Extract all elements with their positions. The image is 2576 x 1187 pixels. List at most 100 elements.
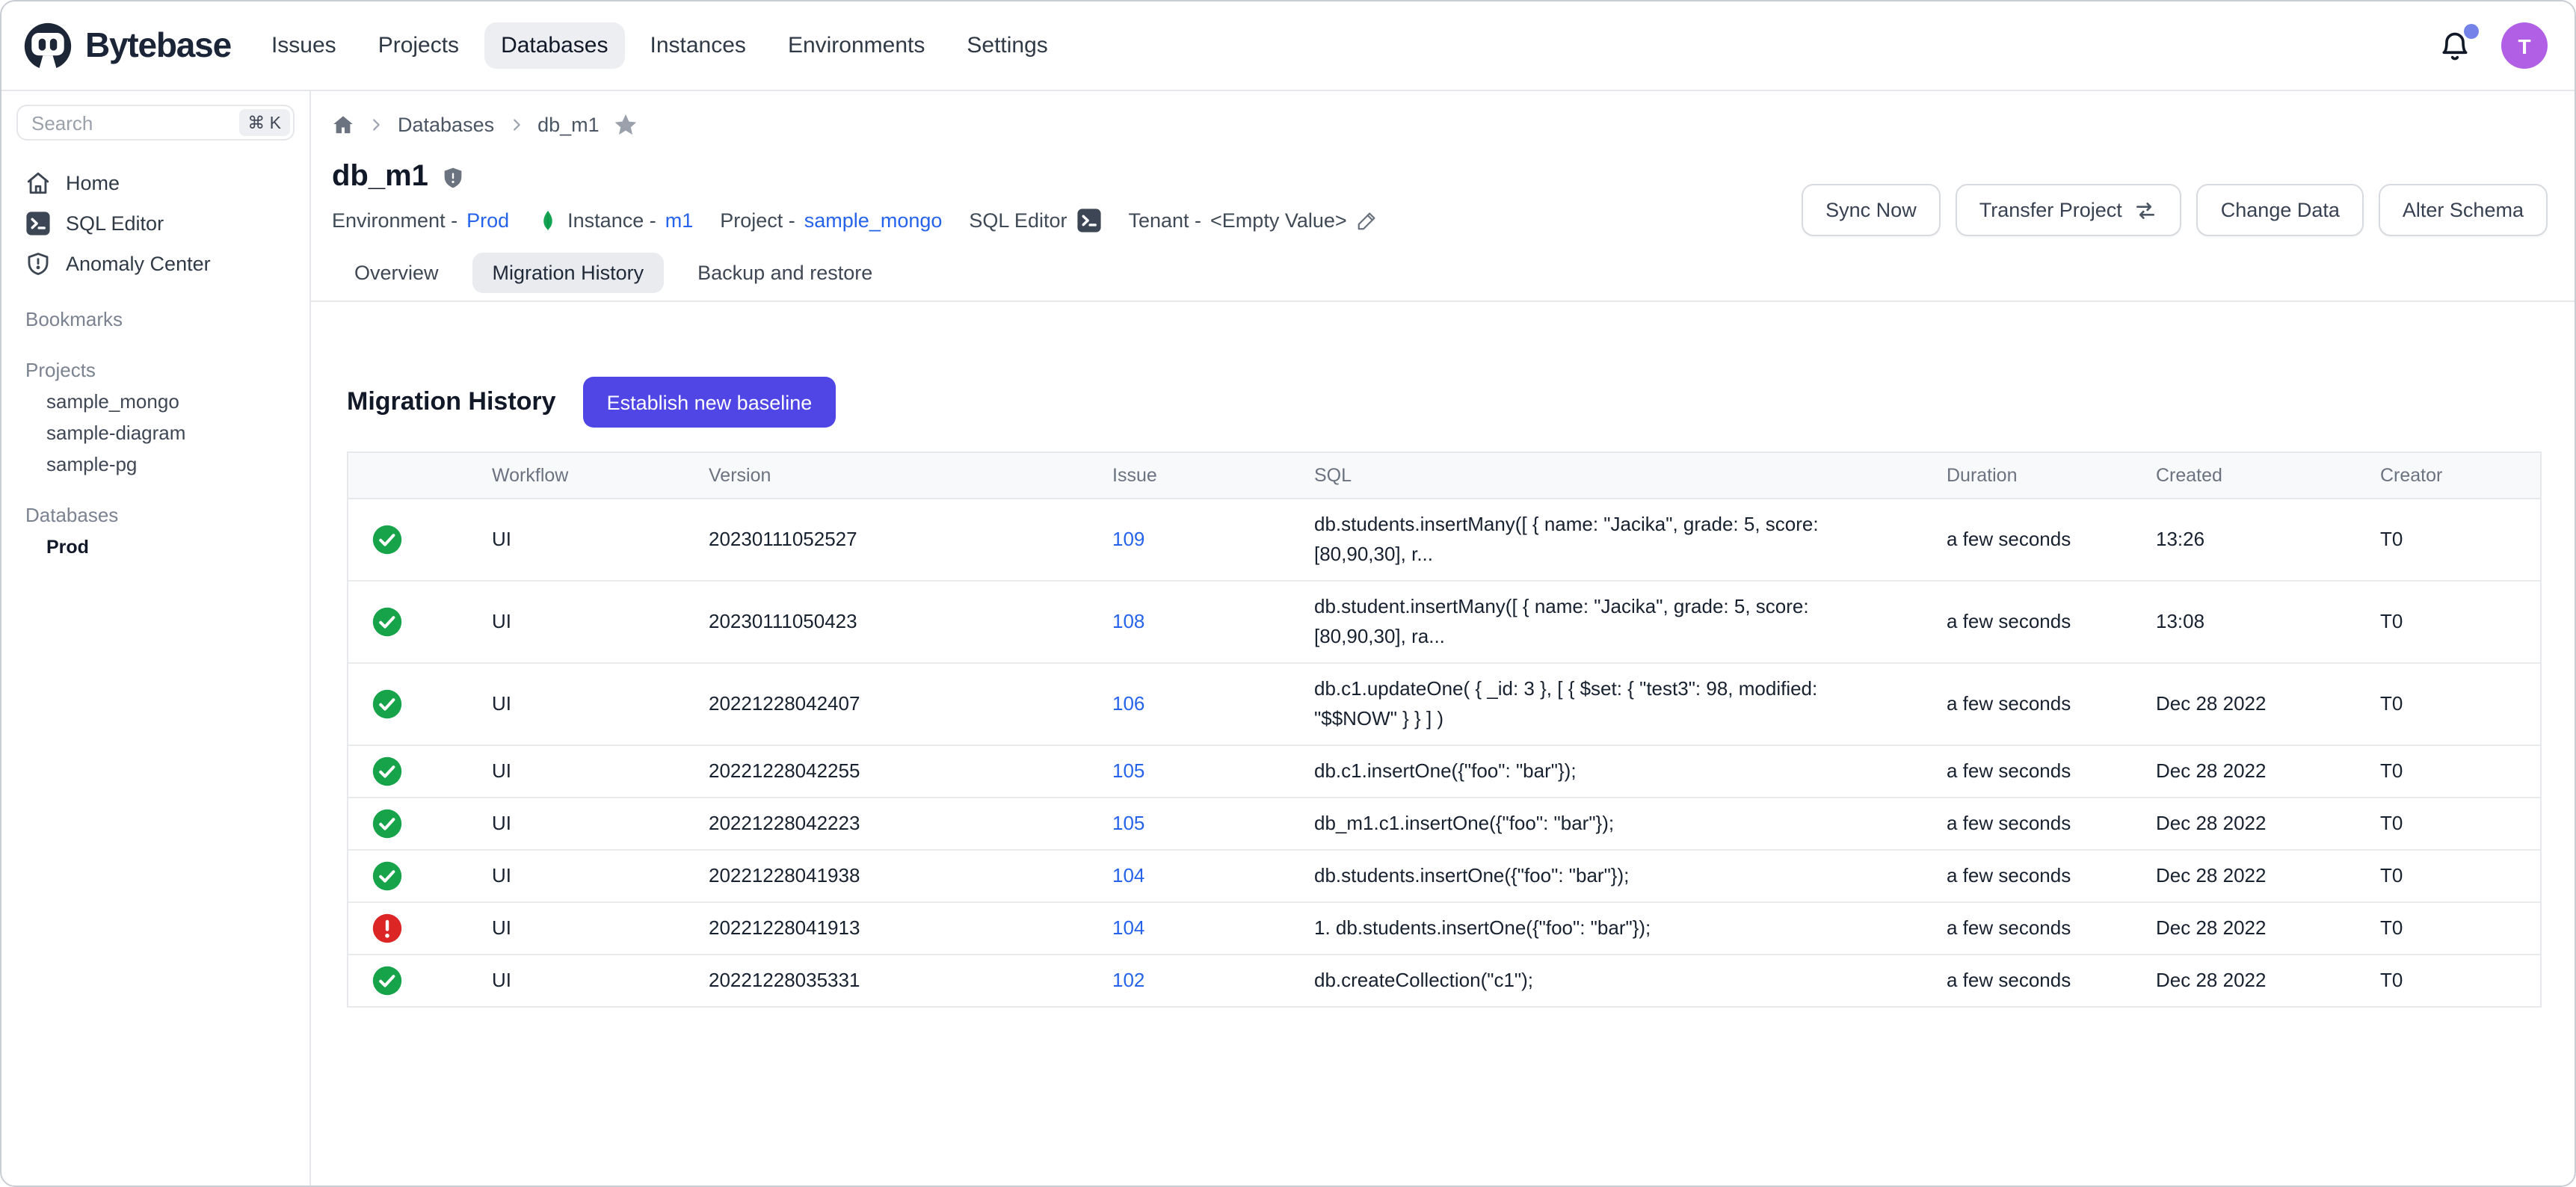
cell-version: 20221228035331 xyxy=(685,954,1088,1006)
cell-issue: 104 xyxy=(1088,849,1290,901)
breadcrumb-databases[interactable]: Databases xyxy=(398,113,494,135)
issue-link[interactable]: 105 xyxy=(1112,759,1144,782)
avatar[interactable]: T xyxy=(2501,22,2548,69)
cell-sql: db.students.insertOne({"foo": "bar"}); xyxy=(1290,849,1923,901)
column-status xyxy=(348,453,468,499)
sidebar-section-databases: Databases xyxy=(16,499,295,531)
sidebar-item-sample-pg[interactable]: sample-pg xyxy=(16,448,295,480)
sidebar-item-sample-mongo[interactable]: sample_mongo xyxy=(16,386,295,417)
nav-item-settings[interactable]: Settings xyxy=(950,22,1064,69)
sidebar-item-sample-diagram[interactable]: sample-diagram xyxy=(16,417,295,448)
tab-overview[interactable]: Overview xyxy=(335,253,458,293)
cell-created: 13:08 xyxy=(2132,580,2356,662)
cell-sql: db.c1.updateOne( { _id: 3 }, [ { $set: {… xyxy=(1290,662,1923,744)
table-row[interactable]: UI20230111052527109db.students.insertMan… xyxy=(348,499,2540,580)
cell-status xyxy=(348,662,468,744)
main-content: Databases db_m1 db_m1 xyxy=(311,91,2575,1186)
sync-now-button[interactable]: Sync Now xyxy=(1802,184,1941,236)
table-header-row: WorkflowVersionIssueSQLDurationCreatedCr… xyxy=(348,453,2540,499)
instance-link[interactable]: m1 xyxy=(665,209,694,232)
alter-schema-button[interactable]: Alter Schema xyxy=(2379,184,2548,236)
column-duration: Duration xyxy=(1923,453,2132,499)
issue-link[interactable]: 102 xyxy=(1112,969,1144,991)
page-body: ⌘ K HomeSQL EditorAnomaly Center Bookmar… xyxy=(1,91,2575,1186)
cell-status xyxy=(348,580,468,662)
table-row[interactable]: UI20221228035331102db.createCollection("… xyxy=(348,954,2540,1006)
meta-project: Project - sample_mongo xyxy=(720,209,942,232)
issue-link[interactable]: 104 xyxy=(1112,864,1144,887)
transfer-project-button[interactable]: Transfer Project xyxy=(1956,184,2182,236)
cell-duration: a few seconds xyxy=(1923,662,2132,744)
cell-issue: 102 xyxy=(1088,954,1290,1006)
cell-created: Dec 28 2022 xyxy=(2132,744,2356,797)
column-sql: SQL xyxy=(1290,453,1923,499)
issue-link[interactable]: 106 xyxy=(1112,692,1144,715)
bytebase-logo[interactable]: Bytebase xyxy=(22,20,231,71)
check-circle-icon xyxy=(372,756,444,786)
establish-baseline-button[interactable]: Establish new baseline xyxy=(583,377,836,428)
notification-dot xyxy=(2464,23,2479,38)
pencil-icon[interactable] xyxy=(1356,209,1378,232)
issue-link[interactable]: 105 xyxy=(1112,812,1144,834)
issue-link[interactable]: 104 xyxy=(1112,916,1144,939)
cell-sql: db.createCollection("c1"); xyxy=(1290,954,1923,1006)
button-label: Change Data xyxy=(2221,199,2340,221)
table-row[interactable]: UI202212280419131041. db.students.insert… xyxy=(348,901,2540,954)
sidebar-item-label: Anomaly Center xyxy=(66,253,211,275)
issue-link[interactable]: 109 xyxy=(1112,528,1144,550)
navbar-right: T xyxy=(2438,22,2548,69)
meta-environment: Environment - Prod xyxy=(332,209,509,232)
table-row[interactable]: UI20221228042407106db.c1.updateOne( { _i… xyxy=(348,662,2540,744)
migration-history-header: Migration History Establish new baseline xyxy=(347,377,2542,428)
migration-history-title: Migration History xyxy=(347,387,556,417)
nav-item-issues[interactable]: Issues xyxy=(255,22,353,69)
nav-item-databases[interactable]: Databases xyxy=(484,22,624,69)
cell-creator: T0 xyxy=(2356,901,2540,954)
table-row[interactable]: UI20221228042223105db_m1.c1.insertOne({"… xyxy=(348,797,2540,849)
sidebar-item-prod[interactable]: Prod xyxy=(16,531,295,562)
nav-item-projects[interactable]: Projects xyxy=(362,22,475,69)
cell-status xyxy=(348,499,468,580)
tab-migration-history[interactable]: Migration History xyxy=(473,253,664,293)
nav-item-environments[interactable]: Environments xyxy=(771,22,941,69)
sql-editor-badge-icon[interactable] xyxy=(1076,208,1101,233)
top-navbar: Bytebase IssuesProjectsDatabasesInstance… xyxy=(1,1,2575,91)
project-link[interactable]: sample_mongo xyxy=(804,209,943,232)
notifications-button[interactable] xyxy=(2438,29,2471,62)
cell-sql: db.c1.insertOne({"foo": "bar"}); xyxy=(1290,744,1923,797)
tab-backup-and-restore[interactable]: Backup and restore xyxy=(678,253,892,293)
table-row[interactable]: UI20221228041938104db.students.insertOne… xyxy=(348,849,2540,901)
breadcrumb-db-m1[interactable]: db_m1 xyxy=(537,113,600,135)
chevron-right-icon xyxy=(508,116,524,132)
column-workflow: Workflow xyxy=(468,453,685,499)
cell-creator: T0 xyxy=(2356,954,2540,1006)
app-window: Bytebase IssuesProjectsDatabasesInstance… xyxy=(0,0,2576,1187)
search-box: ⌘ K xyxy=(16,105,295,141)
change-data-button[interactable]: Change Data xyxy=(2197,184,2364,236)
nav-item-instances[interactable]: Instances xyxy=(634,22,762,69)
cell-issue: 104 xyxy=(1088,901,1290,954)
cell-duration: a few seconds xyxy=(1923,580,2132,662)
environment-link[interactable]: Prod xyxy=(466,209,509,232)
sidebar-item-sql-editor[interactable]: SQL Editor xyxy=(16,203,295,244)
home-icon[interactable] xyxy=(332,113,354,135)
column-version: Version xyxy=(685,453,1088,499)
issue-link[interactable]: 108 xyxy=(1112,610,1144,632)
sidebar-item-home[interactable]: Home xyxy=(16,163,295,203)
cell-issue: 108 xyxy=(1088,580,1290,662)
star-icon[interactable] xyxy=(613,111,638,137)
table-row[interactable]: UI20230111050423108db.student.insertMany… xyxy=(348,580,2540,662)
page-title: db_m1 xyxy=(332,160,428,194)
cell-creator: T0 xyxy=(2356,580,2540,662)
sidebar-section-projects: Projects xyxy=(16,354,295,386)
sidebar: ⌘ K HomeSQL EditorAnomaly Center Bookmar… xyxy=(1,91,311,1186)
sidebar-item-anomaly-center[interactable]: Anomaly Center xyxy=(16,244,295,284)
cell-status xyxy=(348,849,468,901)
tab-divider xyxy=(311,300,2575,302)
search-shortcut-badge: ⌘ K xyxy=(238,109,290,136)
cell-duration: a few seconds xyxy=(1923,744,2132,797)
cell-version: 20221228041913 xyxy=(685,901,1088,954)
cell-status xyxy=(348,901,468,954)
table-row[interactable]: UI20221228042255105db.c1.insertOne({"foo… xyxy=(348,744,2540,797)
check-circle-icon xyxy=(372,861,444,891)
